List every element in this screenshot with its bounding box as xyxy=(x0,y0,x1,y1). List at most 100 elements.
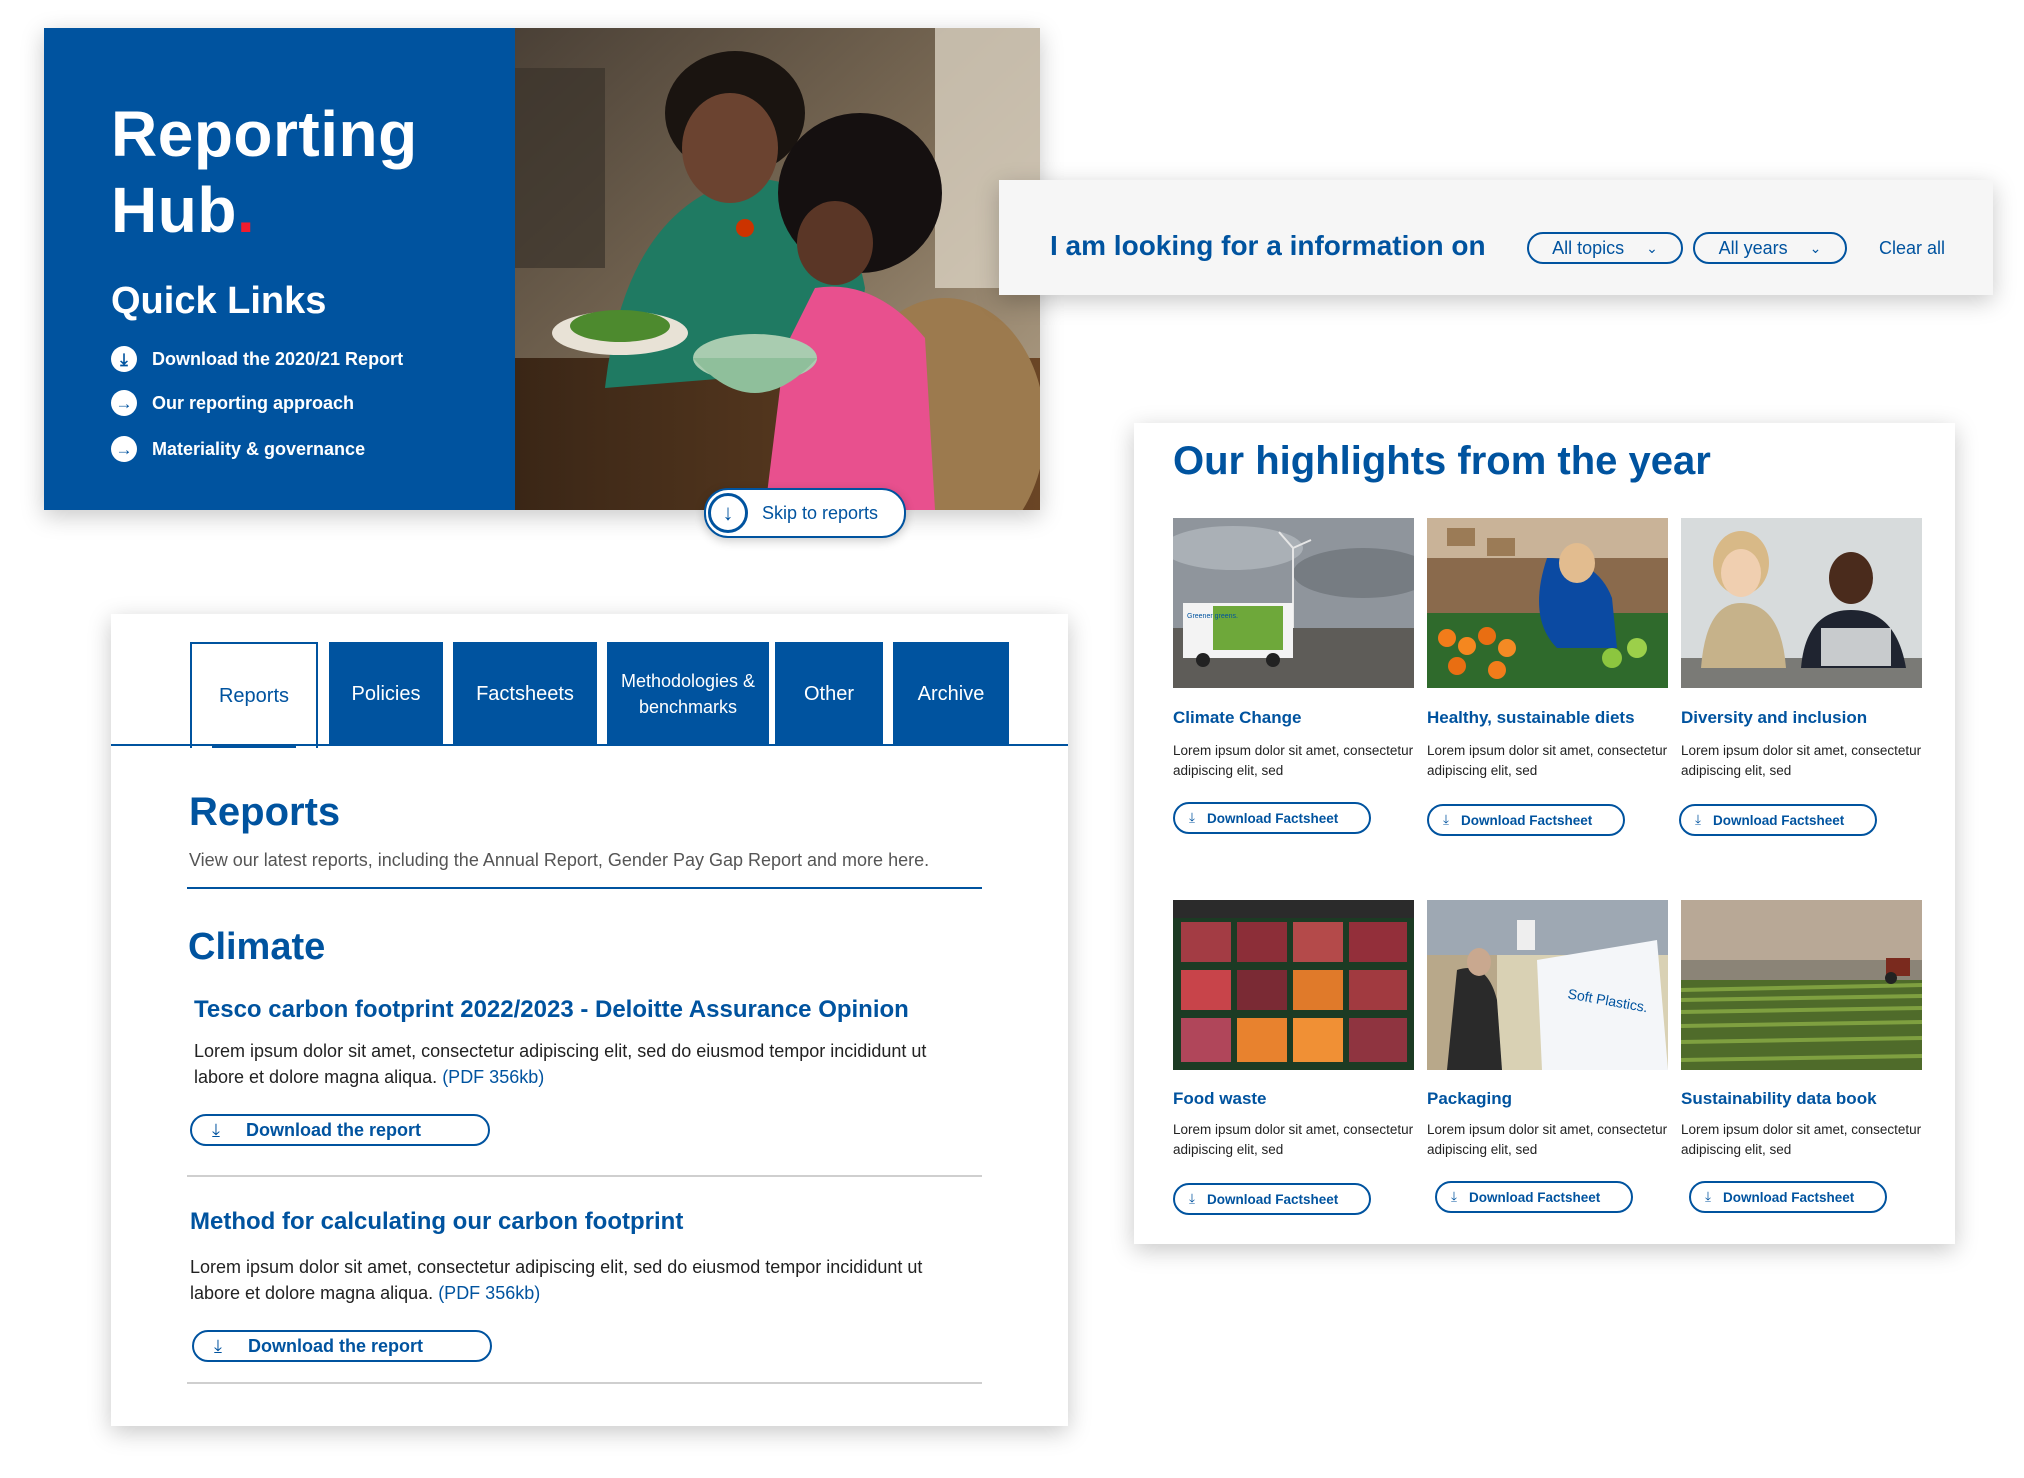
highlights-title: Our highlights from the year xyxy=(1173,439,1711,483)
download-factsheet-button[interactable]: ⤓ Download Factsheet xyxy=(1679,804,1877,836)
chevron-down-icon: ⌄ xyxy=(1809,239,1822,256)
tab-label: Policies xyxy=(351,683,421,705)
tab-label: Other xyxy=(803,683,855,705)
download-factsheet-button[interactable]: ⤓ Download Factsheet xyxy=(1173,1183,1371,1215)
skip-label: Skip to reports xyxy=(762,502,879,523)
tab-reports[interactable]: Reports xyxy=(190,642,318,748)
healthy-diets-image[interactable] xyxy=(1427,518,1668,688)
reports-panel: Reports Policies Factsheets Methodologie… xyxy=(111,614,1068,1426)
download-icon: ⤓ xyxy=(111,346,137,372)
tab-label: Methodologies & benchmarks xyxy=(620,671,756,717)
quick-link-reporting-approach[interactable]: → Our reporting approach xyxy=(111,390,354,416)
file-size: (PDF 356kb) xyxy=(442,1067,545,1087)
years-dropdown[interactable]: All years ⌄ xyxy=(1693,232,1847,264)
divider xyxy=(187,887,982,889)
quick-link-label: Download the 2020/21 Report xyxy=(152,348,404,369)
report-title[interactable]: Tesco carbon footprint 2022/2023 - Deloi… xyxy=(194,996,909,1024)
food-waste-image[interactable] xyxy=(1173,900,1414,1070)
topics-value: All topics xyxy=(1552,237,1625,258)
topics-dropdown[interactable]: All topics ⌄ xyxy=(1527,232,1683,264)
filter-bar: I am looking for a information on All to… xyxy=(999,180,1993,295)
report-description: Lorem ipsum dolor sit amet, consectetur … xyxy=(190,1254,970,1306)
highlights-panel: Our highlights from the year Greener gre… xyxy=(1134,423,1955,1244)
download-factsheet-button[interactable]: ⤓ Download Factsheet xyxy=(1689,1181,1887,1213)
tab-other[interactable]: Other xyxy=(775,642,883,746)
chevron-down-icon: ⌄ xyxy=(1646,239,1658,256)
card-title-data-book[interactable]: Sustainability data book xyxy=(1681,1089,1877,1109)
quick-links-title: Quick Links xyxy=(111,280,327,322)
diversity-inclusion-image[interactable] xyxy=(1681,518,1922,688)
arrow-right-icon: → xyxy=(111,390,137,416)
card-title-packaging[interactable]: Packaging xyxy=(1427,1089,1512,1109)
page-title: Reporting Hub. xyxy=(111,96,418,248)
tab-label: Factsheets xyxy=(476,683,574,705)
card-title-food-waste[interactable]: Food waste xyxy=(1173,1089,1267,1109)
download-factsheet-button[interactable]: ⤓ Download Factsheet xyxy=(1427,804,1625,836)
download-icon: ⤓ xyxy=(214,1335,222,1356)
title-dot: . xyxy=(236,174,256,246)
download-report-button[interactable]: ⤓ Download the report xyxy=(192,1330,492,1362)
card-text: Lorem ipsum dolor sit amet, consectetur … xyxy=(1173,1122,1414,1157)
clear-all-link[interactable]: Clear all xyxy=(1879,238,1945,259)
filter-label: I am looking for a information on xyxy=(1050,230,1486,261)
arrow-down-icon: ↓ xyxy=(708,493,748,533)
card-title-climate-change[interactable]: Climate Change xyxy=(1173,708,1301,728)
download-report-button[interactable]: ⤓ Download the report xyxy=(190,1114,490,1146)
download-factsheet-button[interactable]: ⤓ Download Factsheet xyxy=(1173,802,1371,834)
download-icon: ⤓ xyxy=(1451,1189,1457,1204)
tab-label: Archive xyxy=(917,683,985,705)
button-label: Download Factsheet xyxy=(1206,1191,1339,1207)
card-text: Lorem ipsum dolor sit amet, consectetur … xyxy=(1681,743,1922,778)
report-title[interactable]: Method for calculating our carbon footpr… xyxy=(190,1208,683,1236)
button-label: Download Factsheet xyxy=(1206,810,1339,826)
title-line-2: Hub xyxy=(111,174,237,246)
quick-link-label: Our reporting approach xyxy=(152,392,355,413)
button-label: Download Factsheet xyxy=(1460,812,1593,828)
quick-link-materiality[interactable]: → Materiality & governance xyxy=(111,436,365,462)
quick-link-download-report[interactable]: ⤓ Download the 2020/21 Report xyxy=(111,346,403,372)
download-icon: ⤓ xyxy=(1705,1189,1711,1204)
category-title: Climate xyxy=(188,926,326,968)
hero-photo-mother-child xyxy=(515,28,1040,510)
hero-banner: Reporting Hub. Quick Links ⤓ Download the… xyxy=(44,28,1040,510)
years-value: All years xyxy=(1718,237,1788,258)
sustainability-data-book-image[interactable] xyxy=(1681,900,1922,1070)
divider xyxy=(187,1382,982,1384)
van-lettering: Greener greens. xyxy=(1187,613,1238,620)
report-body: Lorem ipsum dolor sit amet, consectetur … xyxy=(194,1041,927,1087)
packaging-image[interactable]: Soft Plastics. xyxy=(1427,900,1668,1070)
button-label: Download the report xyxy=(247,1335,423,1356)
section-subtitle: View our latest reports, including the A… xyxy=(189,850,930,870)
tab-methodologies[interactable]: Methodologies & benchmarks xyxy=(607,642,769,746)
skip-to-reports-button[interactable]: ↓ Skip to reports xyxy=(704,488,906,538)
tab-label: Reports xyxy=(218,685,290,707)
quick-link-label: Materiality & governance xyxy=(152,438,366,459)
tab-factsheets[interactable]: Factsheets xyxy=(453,642,597,746)
tab-policies[interactable]: Policies xyxy=(329,642,443,746)
card-title-diversity[interactable]: Diversity and inclusion xyxy=(1681,708,1867,728)
card-text: Lorem ipsum dolor sit amet, consectetur … xyxy=(1427,743,1668,778)
download-factsheet-button[interactable]: ⤓ Download Factsheet xyxy=(1435,1181,1633,1213)
tab-underline xyxy=(111,744,1068,746)
button-label: Download Factsheet xyxy=(1722,1189,1855,1205)
report-body: Lorem ipsum dolor sit amet, consectetur … xyxy=(190,1257,923,1303)
card-text: Lorem ipsum dolor sit amet, consectetur … xyxy=(1427,1122,1668,1157)
download-icon: ⤓ xyxy=(1443,812,1449,827)
download-icon: ⤓ xyxy=(212,1119,220,1140)
hero-blue-panel: Reporting Hub. Quick Links ⤓ Download the… xyxy=(44,28,515,510)
download-icon: ⤓ xyxy=(1695,812,1701,827)
card-text: Lorem ipsum dolor sit amet, consectetur … xyxy=(1173,743,1414,778)
button-label: Download the report xyxy=(245,1119,421,1140)
section-title: Reports xyxy=(189,790,341,834)
card-title-healthy-diets[interactable]: Healthy, sustainable diets xyxy=(1427,708,1635,728)
climate-change-image[interactable]: Greener greens. xyxy=(1173,518,1414,688)
card-text: Lorem ipsum dolor sit amet, consectetur … xyxy=(1681,1122,1922,1157)
download-icon: ⤓ xyxy=(1189,1191,1195,1206)
divider xyxy=(187,1175,982,1177)
tab-archive[interactable]: Archive xyxy=(893,642,1009,746)
file-size: (PDF 356kb) xyxy=(438,1283,541,1303)
report-description: Lorem ipsum dolor sit amet, consectetur … xyxy=(194,1038,974,1090)
download-icon: ⤓ xyxy=(1189,810,1195,825)
button-label: Download Factsheet xyxy=(1468,1189,1601,1205)
arrow-right-icon: → xyxy=(111,436,137,462)
